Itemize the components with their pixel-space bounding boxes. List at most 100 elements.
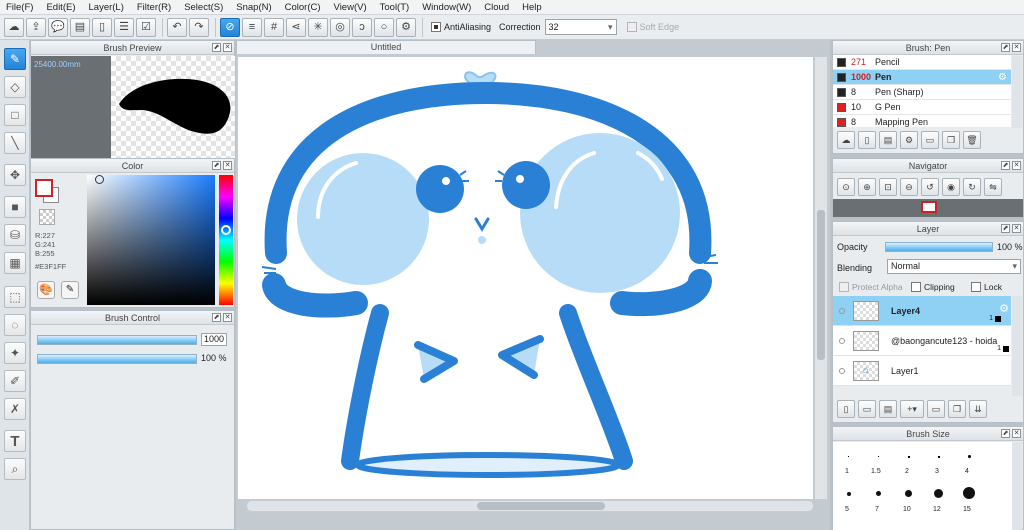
snap-circle-icon[interactable]: ○ [374,17,394,37]
menu-filter[interactable]: Filter(R) [131,0,178,15]
magic-wand-tool-icon[interactable]: ✦ [4,342,26,364]
select-tool-icon[interactable]: ⬚ [4,286,26,308]
navigator-viewport[interactable] [921,201,937,213]
panel-float-icon[interactable]: ⬈ [1001,224,1010,233]
brush-item-selected[interactable]: 1000 Pen ⚙ [833,70,1011,85]
fill-shape-tool-icon[interactable]: ■ [4,196,26,218]
brush-settings-icon[interactable]: ⚙ [900,131,918,149]
brush-size-dot[interactable] [908,456,910,458]
cloud-icon[interactable]: ☁ [4,17,24,37]
layer-row[interactable]: ⌂ Layer1 [833,356,1011,386]
menu-tool[interactable]: Tool(T) [374,0,417,15]
panel-float-icon[interactable]: ⬈ [212,161,221,170]
eyedropper-tool-icon[interactable]: ⌕ [4,458,26,480]
layer-visibility-toggle[interactable] [839,337,845,344]
palette-icon[interactable]: 🎨 [37,281,55,299]
new-layer-alt-icon[interactable]: ▭ [858,400,876,418]
checklist-icon[interactable]: ☑ [136,17,156,37]
brush-item[interactable]: 10 G Pen [833,100,1011,115]
cloud-brush-icon[interactable]: ☁ [837,131,855,149]
brush-size-dot[interactable] [934,489,943,498]
layer-menu-icon[interactable]: ▤ [879,400,897,418]
menu-snap[interactable]: Snap(N) [230,0,278,15]
trash-icon[interactable]: 🗑 [963,131,981,149]
protect-alpha-checkbox[interactable] [839,282,849,292]
correction-select[interactable]: 32 [544,19,617,35]
menu-file[interactable]: File(F) [0,0,40,15]
panel-float-icon[interactable]: ⬈ [1001,161,1010,170]
panel-close-icon[interactable]: ✕ [1012,224,1021,233]
rotate-left-icon[interactable]: ↺ [921,178,939,196]
line-tool-icon[interactable]: ╲ [4,132,26,154]
brush-size-slider[interactable] [37,335,197,345]
snap-grid-icon[interactable]: # [264,17,284,37]
merge-layer-icon[interactable]: ⇊ [969,400,987,418]
panel-close-icon[interactable]: ✕ [1012,161,1021,170]
select-pen-tool-icon[interactable]: ✐ [4,370,26,392]
panel-close-icon[interactable]: ✕ [223,161,232,170]
rectangle-tool-icon[interactable]: □ [4,104,26,126]
menu-view[interactable]: View(V) [328,0,374,15]
document-icon[interactable]: ▯ [92,17,112,37]
panel-close-icon[interactable]: ✕ [223,43,232,52]
menu-cloud[interactable]: Cloud [478,0,516,15]
folder-icon[interactable]: ▭ [927,400,945,418]
gear-icon[interactable]: ⚙ [998,72,1007,83]
brush-size-dot[interactable] [876,491,881,496]
blending-select[interactable]: Normal ▾ [887,259,1021,274]
list-icon[interactable]: ☰ [114,17,134,37]
antialiasing-toggle[interactable]: AntiAliasing [431,22,491,32]
zoom-out-icon[interactable]: ⊖ [900,178,918,196]
vertical-scroll-thumb[interactable] [817,210,825,360]
snap-curve-icon[interactable]: ↄ [352,17,372,37]
duplicate-layer-icon[interactable]: ❐ [948,400,966,418]
panel-float-icon[interactable]: ⬈ [212,313,221,322]
clipping-checkbox[interactable] [911,282,921,292]
redo-icon[interactable]: ↷ [189,17,209,37]
zoom-in-icon[interactable]: ⊕ [858,178,876,196]
lock-checkbox[interactable] [971,282,981,292]
layer-row-selected[interactable]: Layer4 1 ⚙ [833,296,1011,326]
gear-icon[interactable]: ⚙ [999,302,1009,315]
layer-row[interactable]: @baongancute123 - hoida 1 [833,326,1011,356]
menu-help[interactable]: Help [516,0,549,15]
panel-float-icon[interactable]: ⬈ [1001,429,1010,438]
snap-perspective-icon[interactable]: ⋖ [286,17,306,37]
clipping-toggle[interactable]: Clipping [911,282,955,292]
rotate-right-icon[interactable]: ↻ [963,178,981,196]
folder-icon[interactable]: ▭ [921,131,939,149]
snap-settings-icon[interactable]: ⚙ [396,17,416,37]
brush-size-input[interactable]: 1000 [201,333,227,346]
layer-list-scrollbar[interactable] [1012,296,1022,396]
hue-slider[interactable] [219,175,233,305]
new-layer-icon[interactable]: ▯ [837,400,855,418]
layer-visibility-toggle[interactable] [839,307,845,314]
brush-item[interactable]: 8 Pen (Sharp) [833,85,1011,100]
lock-toggle[interactable]: Lock [971,282,1002,292]
drawing-canvas[interactable] [238,57,813,499]
brush-item[interactable]: 271 Pencil [833,55,1011,70]
primary-color-swatch[interactable] [35,179,53,197]
brush-size-scrollbar[interactable] [1012,442,1022,530]
panel-close-icon[interactable]: ✕ [223,313,232,322]
menu-color[interactable]: Color(C) [279,0,328,15]
menu-select[interactable]: Select(S) [178,0,230,15]
flip-icon[interactable]: ⇋ [984,178,1002,196]
document-tab[interactable]: Untitled [236,40,536,54]
panel-float-icon[interactable]: ⬈ [1001,43,1010,52]
rotate-reset-icon[interactable]: ◉ [942,178,960,196]
snap-concentric-icon[interactable]: ◎ [330,17,350,37]
copy-brush-icon[interactable]: ❐ [942,131,960,149]
soft-edge-checkbox[interactable] [626,22,637,32]
brush-list-scrollbar[interactable] [1012,56,1022,128]
color-picker-cursor[interactable] [95,175,104,184]
layer-opacity-slider[interactable] [885,242,993,252]
export-icon[interactable]: ⇪ [26,17,46,37]
select-eraser-tool-icon[interactable]: ✗ [4,398,26,420]
brush-tool-icon[interactable]: ✎ [4,48,26,70]
snap-off-icon[interactable]: ⊘ [220,17,240,37]
hue-slider-handle[interactable] [221,225,231,235]
brush-size-dot[interactable] [878,456,879,457]
palette-edit-icon[interactable]: ✎ [61,281,79,299]
protect-alpha-toggle[interactable]: Protect Alpha [839,282,903,292]
